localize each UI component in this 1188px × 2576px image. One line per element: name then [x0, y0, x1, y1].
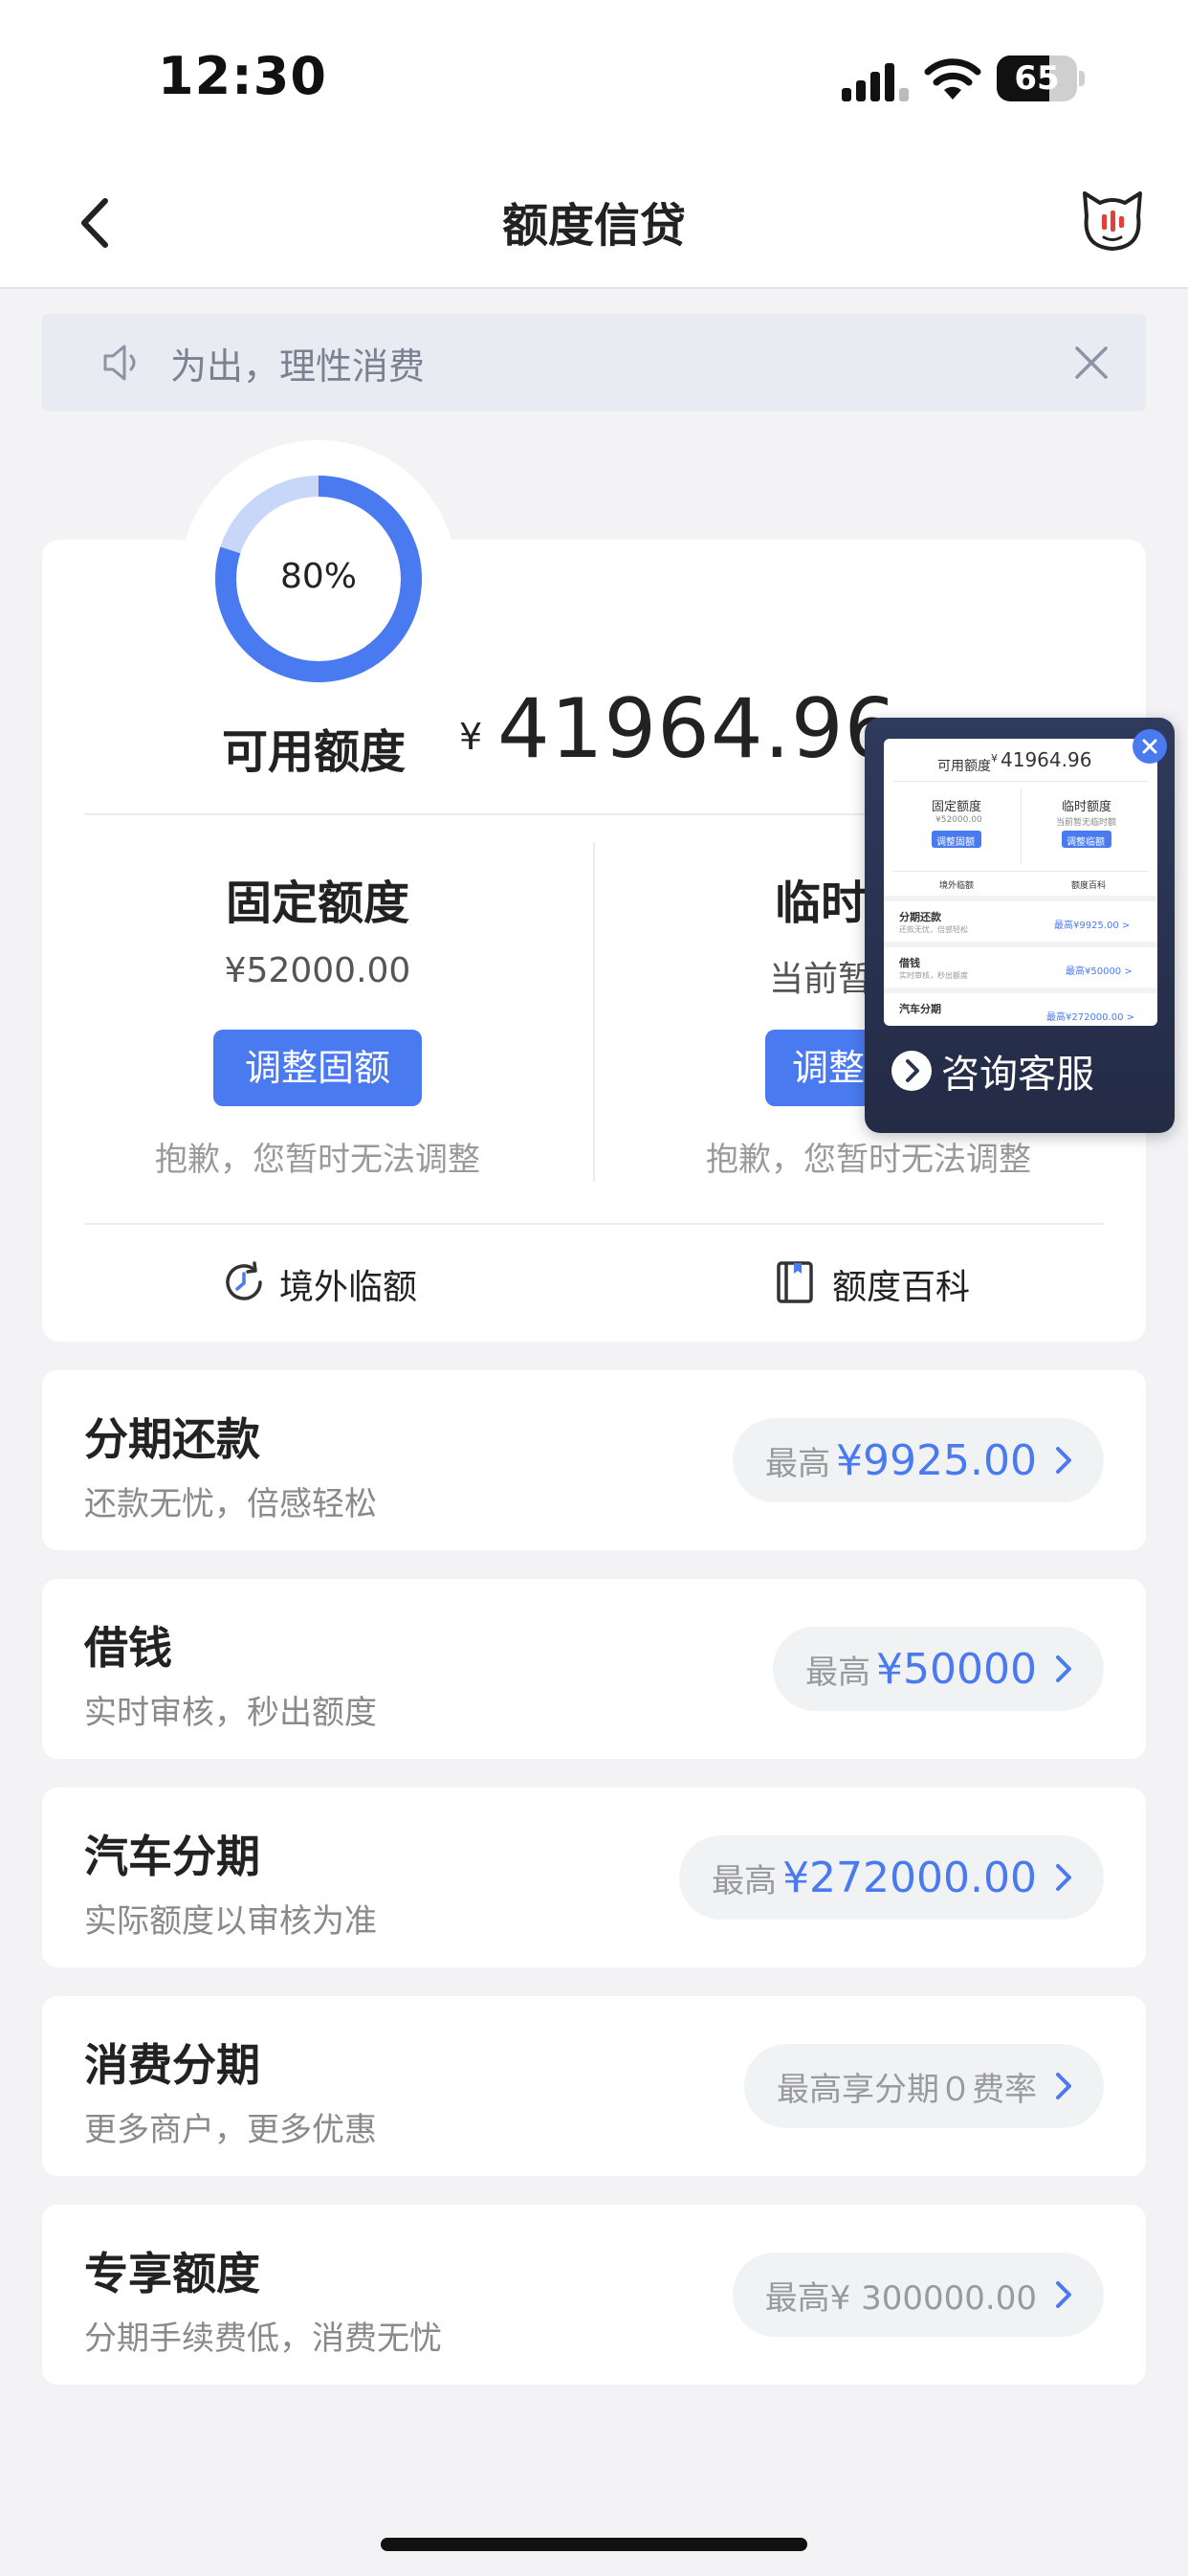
chevron-right-icon: [1056, 1447, 1071, 1474]
preview-temp-amount: 当前暂无临时额: [1056, 818, 1117, 828]
preview-row3-value: 最高¥272000.00 >: [1046, 1012, 1134, 1023]
chevron-right-icon: [1056, 2281, 1071, 2308]
product-subtitle: 实际额度以审核为准: [84, 1902, 377, 1941]
currency-symbol: ¥: [459, 716, 483, 758]
temp-credit-note: 抱歉，您暂时无法调整: [706, 1141, 1031, 1179]
close-icon: [1142, 739, 1157, 754]
notice-text: 为出，理性消费: [170, 345, 426, 388]
product-card-borrow[interactable]: 借钱 实时审核，秒出额度 最高 ¥50000: [42, 1579, 1146, 1759]
preview-row3-title: 汽车分期: [899, 1003, 941, 1015]
pill-value: ¥9925.00: [836, 1435, 1037, 1485]
product-limit-pill[interactable]: 最高 ¥9925.00: [733, 1418, 1104, 1502]
product-title: 分期还款: [84, 1413, 260, 1465]
product-card-exclusive-credit[interactable]: 专享额度 分期手续费低，消费无忧 最高¥ 300000.00: [42, 2205, 1146, 2385]
chevron-right-icon: [1056, 1655, 1071, 1682]
battery-icon: 65: [997, 56, 1085, 101]
product-subtitle: 还款无忧，倍感轻松: [84, 1485, 377, 1523]
preview-available-label: 可用额度: [937, 759, 991, 774]
divider: [84, 1223, 1104, 1225]
close-icon[interactable]: [1071, 343, 1111, 383]
chevron-right-icon: [891, 1051, 932, 1091]
pill-prefix: 最高: [805, 1653, 871, 1692]
wifi-icon: [924, 58, 981, 100]
pill-prefix: 最高享分期０费率: [777, 2070, 1037, 2109]
product-limit-pill[interactable]: 最高享分期０费率: [744, 2044, 1104, 2128]
battery-level: 65: [1014, 59, 1060, 98]
pill-value: ¥272000.00: [782, 1853, 1037, 1902]
preview-currency: ¥: [991, 752, 998, 765]
product-card-installment-repay[interactable]: 分期还款 还款无忧，倍感轻松 最高 ¥9925.00: [42, 1370, 1146, 1550]
available-label: 可用额度: [222, 725, 407, 779]
fixed-credit-note: 抱歉，您暂时无法调整: [155, 1141, 480, 1179]
pill-prefix: 最高¥ 300000.00: [764, 2278, 1037, 2318]
preview-row1-sub: 还款无忧，倍感轻松: [899, 925, 968, 934]
usage-percent: 80%: [279, 557, 357, 596]
home-indicator[interactable]: [381, 2538, 807, 2551]
preview-link-2: 额度百科: [1071, 881, 1107, 891]
pill-prefix: 最高: [712, 1861, 778, 1900]
customer-service-float[interactable]: 可用额度 ¥ 41964.96 固定额度 临时额度 ¥52000.00 当前暂无…: [865, 718, 1175, 1133]
product-title: 消费分期: [84, 2039, 260, 2091]
speaker-icon: [103, 344, 136, 381]
refresh-clock-icon: [226, 1261, 262, 1300]
product-card-car-installment[interactable]: 汽车分期 实际额度以审核为准 最高 ¥272000.00: [42, 1788, 1146, 1967]
preview-link-1: 境外临额: [939, 881, 975, 891]
chevron-right-icon: [1056, 1864, 1071, 1891]
preview-row1-title: 分期还款: [899, 911, 941, 923]
status-time: 12:30: [158, 46, 327, 106]
preview-temp-title: 临时额度: [1062, 800, 1112, 814]
product-limit-pill[interactable]: 最高 ¥272000.00: [679, 1835, 1104, 1920]
preview-amount: 41964.96: [1001, 748, 1092, 771]
pill-prefix: 最高: [765, 1444, 831, 1483]
credit-wiki-link[interactable]: 额度百科: [832, 1259, 970, 1309]
float-close-button[interactable]: [1133, 729, 1167, 764]
preview-row1-value: 最高¥9925.00 >: [1054, 921, 1131, 931]
cat-mascot-icon[interactable]: [1079, 188, 1146, 255]
preview-temp-button: 调整临额: [1067, 837, 1105, 848]
fixed-credit-amount: ¥52000.00: [224, 951, 411, 990]
page-title: 额度信贷: [501, 199, 686, 253]
divider: [593, 842, 595, 1182]
chevron-right-icon: [1056, 2073, 1071, 2099]
product-subtitle: 实时审核，秒出额度: [84, 1694, 377, 1732]
overseas-temp-credit-link[interactable]: 境外临额: [279, 1259, 417, 1309]
preview-row2-sub: 实时审核，秒出额度: [899, 971, 968, 980]
product-limit-pill[interactable]: 最高¥ 300000.00: [732, 2253, 1104, 2337]
product-title: 汽车分期: [84, 1831, 260, 1882]
preview-row2-title: 借钱: [899, 957, 920, 969]
product-subtitle: 分期手续费低，消费无忧: [84, 2320, 442, 2358]
cellular-signal-icon: [842, 63, 909, 101]
adjust-fixed-button[interactable]: 调整固额: [213, 1030, 422, 1106]
fixed-credit-title: 固定额度: [225, 877, 409, 930]
preview-row2-value: 最高¥50000 >: [1066, 966, 1133, 977]
preview-fixed-amount: ¥52000.00: [935, 815, 982, 825]
customer-service-label: 咨询客服: [941, 1053, 1094, 1097]
preview-fixed-button: 调整固额: [936, 837, 975, 848]
product-title: 专享额度: [84, 2248, 260, 2299]
product-title: 借钱: [84, 1622, 172, 1674]
product-subtitle: 更多商户，更多优惠: [84, 2111, 377, 2149]
product-card-consumer-installment[interactable]: 消费分期 更多商户，更多优惠 最高享分期０费率: [42, 1996, 1146, 2176]
pill-value: ¥50000: [876, 1644, 1037, 1694]
preview-fixed-title: 固定额度: [932, 800, 982, 814]
book-icon: [777, 1261, 813, 1303]
float-preview: 可用额度 ¥ 41964.96 固定额度 临时额度 ¥52000.00 当前暂无…: [884, 739, 1157, 1026]
product-limit-pill[interactable]: 最高 ¥50000: [773, 1627, 1104, 1711]
available-amount: 41964.96: [497, 681, 898, 777]
